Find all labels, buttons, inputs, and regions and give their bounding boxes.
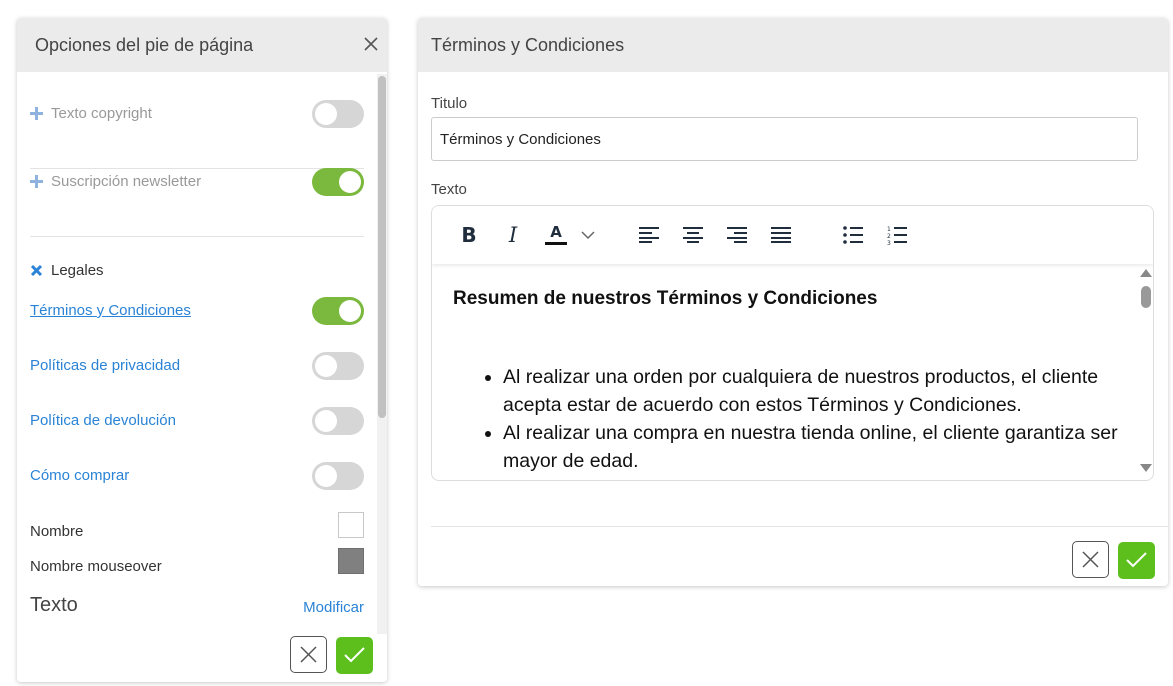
footer-options-panel: Opciones del pie de página Texto copyrig… bbox=[17, 18, 387, 682]
align-justify-icon[interactable] bbox=[766, 220, 796, 250]
list-item: Al realizar una compra en nuestra tienda… bbox=[503, 419, 1123, 475]
editor-toolbar: B I A 1 2 3 bbox=[432, 206, 1153, 264]
close-icon bbox=[1082, 551, 1099, 568]
option-newsletter: Suscripción newsletter bbox=[30, 168, 364, 196]
option-label: Suscripción newsletter bbox=[51, 173, 202, 190]
scroll-down-icon[interactable] bbox=[1140, 464, 1152, 472]
scrollbar[interactable] bbox=[377, 74, 387, 634]
returns-toggle[interactable] bbox=[312, 407, 364, 435]
newsletter-toggle[interactable] bbox=[312, 168, 364, 196]
bold-icon[interactable]: B bbox=[454, 220, 484, 250]
legal-item-terms: Términos y Condiciones bbox=[30, 297, 364, 325]
divider bbox=[30, 236, 364, 237]
panel-title: Opciones del pie de página bbox=[35, 35, 254, 55]
color-label: Nombre bbox=[30, 523, 84, 540]
scrollbar-thumb[interactable] bbox=[1141, 286, 1151, 308]
color-swatch[interactable] bbox=[338, 512, 364, 538]
chevron-down-icon[interactable] bbox=[573, 220, 603, 250]
text-color-icon[interactable]: A bbox=[541, 220, 571, 250]
returns-link[interactable]: Política de devolución bbox=[30, 412, 176, 429]
legal-item-returns: Política de devolución bbox=[30, 407, 364, 435]
align-left-icon[interactable] bbox=[634, 220, 664, 250]
italic-icon[interactable]: I bbox=[498, 220, 528, 250]
panel-title: Términos y Condiciones bbox=[431, 35, 625, 55]
checkmark-icon bbox=[1126, 552, 1147, 568]
scroll-up-icon[interactable] bbox=[1140, 269, 1152, 277]
list-item: Al realizar una orden por cualquiera de … bbox=[503, 363, 1123, 419]
legal-item-howto: Cómo comprar bbox=[30, 462, 364, 490]
legales-section: Legales bbox=[30, 262, 364, 282]
confirm-button[interactable] bbox=[1118, 542, 1155, 579]
content-heading: Resumen de nuestros Términos y Condicion… bbox=[453, 288, 878, 309]
align-right-icon[interactable] bbox=[722, 220, 752, 250]
checkmark-icon bbox=[344, 647, 365, 663]
plus-icon[interactable] bbox=[30, 107, 44, 121]
scrollbar-thumb[interactable] bbox=[378, 76, 386, 418]
cancel-button[interactable] bbox=[290, 636, 327, 673]
close-icon[interactable] bbox=[363, 36, 379, 52]
divider bbox=[431, 526, 1168, 527]
texto-heading: Texto bbox=[30, 594, 78, 616]
color-label: Nombre mouseover bbox=[30, 558, 162, 575]
terms-link[interactable]: Términos y Condiciones bbox=[30, 302, 191, 319]
numbered-list-icon[interactable]: 123 bbox=[882, 220, 912, 250]
bullet-list-icon[interactable] bbox=[838, 220, 868, 250]
editor-scrollbar[interactable] bbox=[1137, 264, 1153, 480]
howto-toggle[interactable] bbox=[312, 462, 364, 490]
legal-item-privacy: Políticas de privacidad bbox=[30, 352, 364, 380]
howto-link[interactable]: Cómo comprar bbox=[30, 467, 129, 484]
copyright-toggle[interactable] bbox=[312, 100, 364, 128]
svg-text:1: 1 bbox=[887, 226, 891, 233]
color-nombre-mouseover: Nombre mouseover bbox=[30, 547, 364, 575]
content-list: Al realizar una orden por cualquiera de … bbox=[503, 363, 1123, 475]
options-list: Texto copyright Suscripción newsletter L… bbox=[17, 72, 377, 632]
confirm-button[interactable] bbox=[336, 637, 373, 674]
close-icon bbox=[300, 646, 317, 663]
panel-header: Opciones del pie de página bbox=[17, 18, 387, 72]
privacy-link[interactable]: Políticas de privacidad bbox=[30, 357, 180, 374]
privacy-toggle[interactable] bbox=[312, 352, 364, 380]
option-copyright: Texto copyright bbox=[30, 100, 364, 128]
texto-label: Texto bbox=[431, 181, 467, 198]
align-center-icon[interactable] bbox=[678, 220, 708, 250]
plus-icon[interactable] bbox=[30, 175, 44, 189]
panel-header: Términos y Condiciones bbox=[418, 18, 1168, 72]
modificar-link[interactable]: Modificar bbox=[303, 599, 364, 616]
color-swatch[interactable] bbox=[338, 548, 364, 574]
editor-content[interactable]: Resumen de nuestros Términos y Condicion… bbox=[432, 264, 1137, 480]
color-nombre: Nombre bbox=[30, 512, 364, 540]
rich-text-editor[interactable]: B I A 1 2 3 Resumen de nuestros Términos… bbox=[431, 205, 1154, 481]
titulo-input[interactable] bbox=[431, 117, 1138, 161]
terms-toggle[interactable] bbox=[312, 297, 364, 325]
svg-text:2: 2 bbox=[887, 233, 891, 240]
cancel-button[interactable] bbox=[1072, 541, 1109, 578]
option-label: Texto copyright bbox=[51, 105, 152, 122]
collapse-x-icon[interactable] bbox=[30, 264, 43, 277]
svg-text:3: 3 bbox=[887, 240, 891, 245]
texto-row: Texto Modificar bbox=[30, 594, 364, 620]
legales-label: Legales bbox=[51, 262, 104, 279]
titulo-label: Titulo bbox=[431, 95, 468, 112]
terms-editor-panel: Términos y Condiciones Titulo Texto B I … bbox=[418, 18, 1168, 586]
